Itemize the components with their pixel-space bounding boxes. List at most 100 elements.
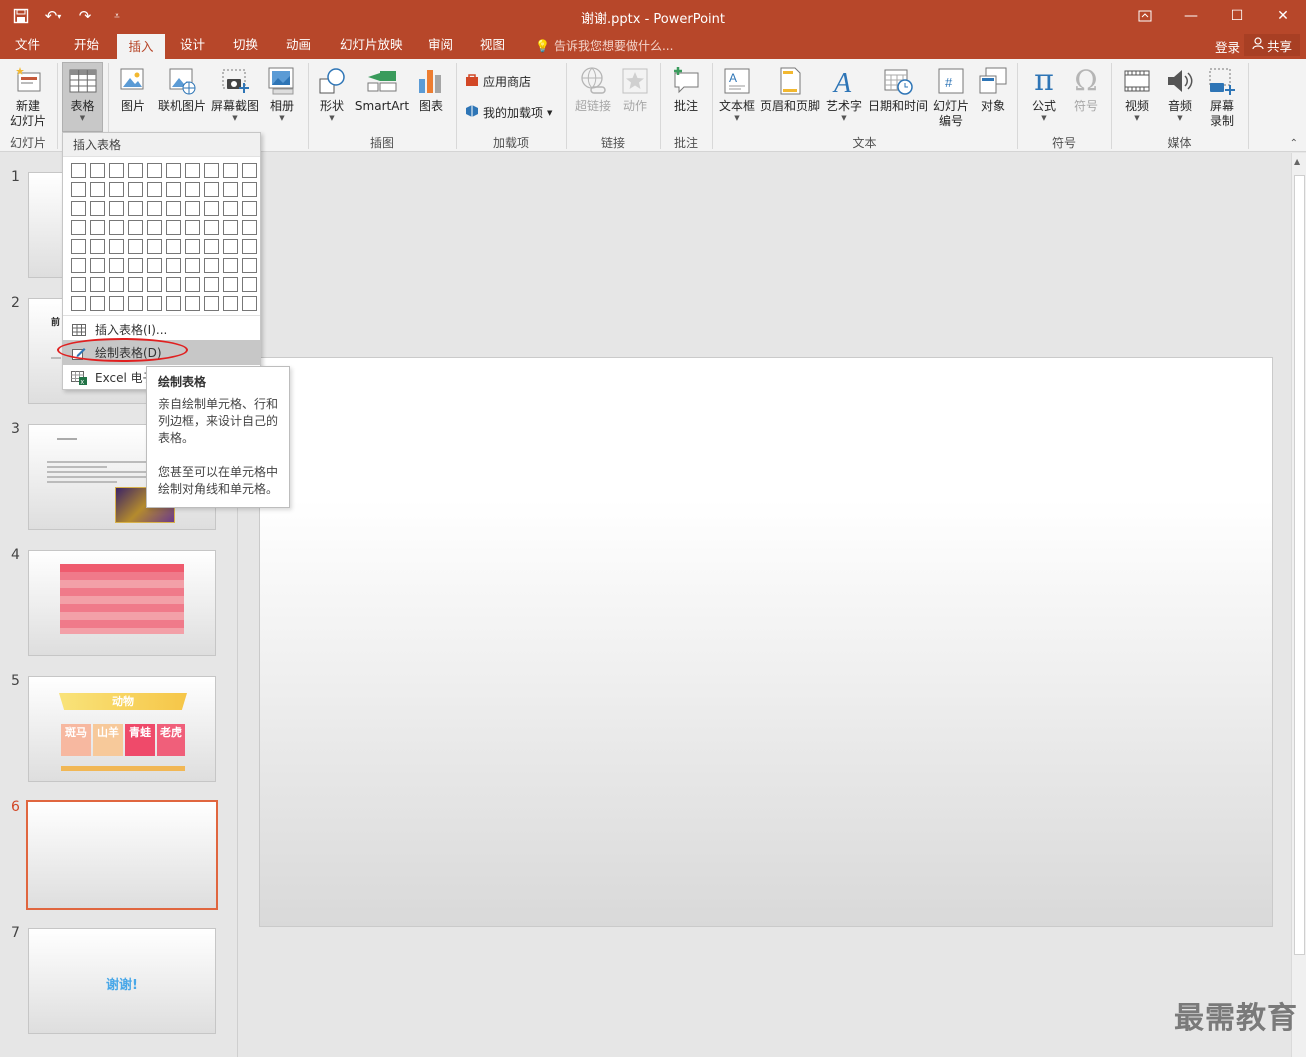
table-grid-cell[interactable]: [90, 220, 105, 235]
table-grid-cell[interactable]: [128, 220, 143, 235]
tab-design[interactable]: 设计: [170, 32, 215, 59]
slide-thumbnail-6[interactable]: [26, 800, 218, 910]
screenshot-button[interactable]: 屏幕截图 ▼: [209, 63, 261, 122]
table-grid-cell[interactable]: [166, 182, 181, 197]
store-button[interactable]: 应用商店: [465, 73, 531, 90]
table-grid-cell[interactable]: [71, 277, 86, 292]
table-grid-cell[interactable]: [90, 163, 105, 178]
table-grid-cell[interactable]: [109, 163, 124, 178]
table-grid-cell[interactable]: [242, 239, 257, 254]
table-grid-cell[interactable]: [223, 163, 238, 178]
new-slide-button[interactable]: 新建 幻灯片: [4, 63, 52, 129]
tab-animations[interactable]: 动画: [276, 32, 321, 59]
table-grid-cell[interactable]: [204, 277, 219, 292]
table-grid-cell[interactable]: [223, 296, 238, 311]
table-grid-cell[interactable]: [166, 277, 181, 292]
slide-thumbnail-5[interactable]: 动物 斑马 山羊 青蛙 老虎: [28, 676, 216, 782]
table-grid-cell[interactable]: [185, 201, 200, 216]
table-grid-cell[interactable]: [185, 163, 200, 178]
table-grid-cell[interactable]: [185, 277, 200, 292]
table-grid-cell[interactable]: [242, 277, 257, 292]
table-grid-cell[interactable]: [204, 239, 219, 254]
table-grid-cell[interactable]: [223, 258, 238, 273]
tab-home[interactable]: 开始: [64, 32, 109, 59]
table-grid-cell[interactable]: [204, 296, 219, 311]
slide-thumbnail-7[interactable]: 谢谢!: [28, 928, 216, 1034]
share-button[interactable]: 共享: [1243, 34, 1300, 56]
table-grid-cell[interactable]: [242, 163, 257, 178]
table-grid-cell[interactable]: [71, 182, 86, 197]
table-grid-cell[interactable]: [147, 220, 162, 235]
table-grid-cell[interactable]: [185, 258, 200, 273]
current-slide-canvas[interactable]: [259, 357, 1273, 927]
hyperlink-button[interactable]: 超链接: [572, 63, 614, 114]
table-grid-cell[interactable]: [71, 201, 86, 216]
table-grid-cell[interactable]: [128, 296, 143, 311]
table-grid-cell[interactable]: [223, 182, 238, 197]
action-button[interactable]: 动作: [616, 63, 654, 114]
table-grid-cell[interactable]: [90, 239, 105, 254]
table-grid-cell[interactable]: [242, 220, 257, 235]
table-grid-cell[interactable]: [242, 296, 257, 311]
table-grid-cell[interactable]: [204, 163, 219, 178]
table-grid-cell[interactable]: [109, 182, 124, 197]
table-grid-cell[interactable]: [109, 277, 124, 292]
table-grid-cell[interactable]: [166, 239, 181, 254]
datetime-button[interactable]: 日期和时间: [866, 63, 930, 114]
table-grid-cell[interactable]: [166, 258, 181, 273]
table-grid-cell[interactable]: [223, 201, 238, 216]
table-grid-cell[interactable]: [128, 201, 143, 216]
table-grid-cell[interactable]: [109, 296, 124, 311]
table-grid-cell[interactable]: [204, 182, 219, 197]
table-grid-cell[interactable]: [242, 258, 257, 273]
object-button[interactable]: 对象: [974, 63, 1012, 114]
table-grid-cell[interactable]: [71, 239, 86, 254]
wordart-button[interactable]: A 艺术字 ▼: [824, 63, 864, 122]
table-grid-cell[interactable]: [128, 258, 143, 273]
table-grid-cell[interactable]: [185, 220, 200, 235]
smartart-button[interactable]: SmartArt: [353, 63, 411, 114]
tab-transitions[interactable]: 切换: [223, 32, 268, 59]
table-grid-cell[interactable]: [90, 182, 105, 197]
table-grid-cell[interactable]: [166, 220, 181, 235]
table-grid-cell[interactable]: [223, 239, 238, 254]
table-grid-cell[interactable]: [147, 258, 162, 273]
minimize-icon[interactable]: —: [1168, 0, 1214, 32]
audio-button[interactable]: 音频 ▼: [1160, 63, 1200, 122]
tab-file[interactable]: 文件: [5, 32, 50, 59]
chart-button[interactable]: 图表: [413, 63, 449, 114]
scrollbar-thumb[interactable]: [1294, 175, 1305, 955]
tab-view[interactable]: 视图: [470, 32, 515, 59]
equation-button[interactable]: π 公式 ▼: [1024, 63, 1064, 123]
table-grid-cell[interactable]: [204, 258, 219, 273]
slide-number-button[interactable]: # 幻灯片 编号: [930, 63, 972, 129]
table-grid-cell[interactable]: [109, 239, 124, 254]
table-grid-cell[interactable]: [90, 201, 105, 216]
table-grid-cell[interactable]: [109, 220, 124, 235]
table-grid-cell[interactable]: [109, 258, 124, 273]
table-grid-cell[interactable]: [90, 258, 105, 273]
table-grid-cell[interactable]: [204, 201, 219, 216]
table-grid-cell[interactable]: [71, 163, 86, 178]
vertical-scrollbar[interactable]: ▲: [1291, 153, 1306, 1057]
table-grid-cell[interactable]: [147, 277, 162, 292]
table-button[interactable]: 表格 ▼: [62, 62, 103, 132]
shapes-button[interactable]: 形状 ▼: [313, 63, 351, 122]
tab-insert[interactable]: 插入: [117, 32, 165, 59]
table-grid-cell[interactable]: [147, 163, 162, 178]
textbox-button[interactable]: A 文本框 ▼: [717, 63, 757, 122]
table-grid-cell[interactable]: [185, 182, 200, 197]
table-grid-cell[interactable]: [166, 163, 181, 178]
online-picture-button[interactable]: 联机图片: [155, 63, 209, 114]
maximize-icon[interactable]: ☐: [1214, 0, 1260, 32]
album-button[interactable]: 相册 ▼: [263, 63, 301, 122]
ribbon-display-options-icon[interactable]: [1122, 0, 1168, 32]
screen-record-button[interactable]: 屏幕 录制: [1202, 63, 1242, 129]
tell-me-box[interactable]: 💡 告诉我您想要做什么...: [535, 37, 673, 54]
table-grid-cell[interactable]: [204, 220, 219, 235]
close-icon[interactable]: ✕: [1260, 0, 1306, 32]
table-grid-cell[interactable]: [147, 296, 162, 311]
slide-thumbnail-4[interactable]: [28, 550, 216, 656]
table-grid-cell[interactable]: [128, 239, 143, 254]
table-grid-cell[interactable]: [71, 296, 86, 311]
